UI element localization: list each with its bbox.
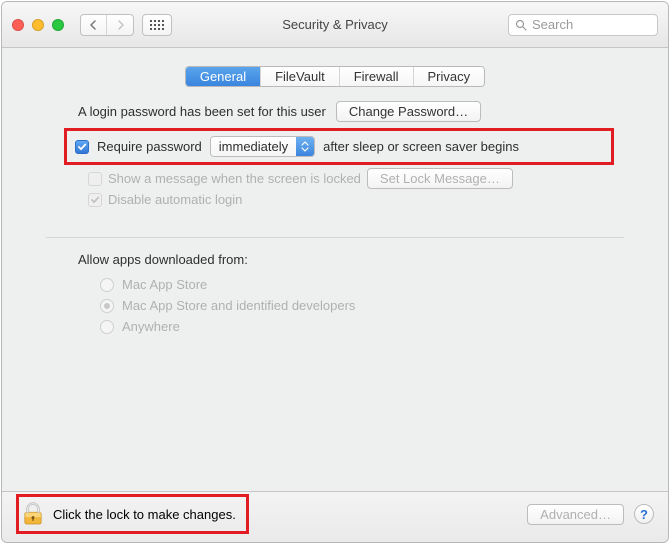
nav-group [80, 14, 134, 36]
allow-identified-developers-row: Mac App Store and identified developers [100, 298, 628, 313]
window-controls [12, 19, 64, 31]
minimize-window-button[interactable] [32, 19, 44, 31]
allow-mac-app-store-label: Mac App Store [122, 277, 207, 292]
allow-anywhere-row: Anywhere [100, 319, 628, 334]
login-password-row: A login password has been set for this u… [78, 101, 628, 122]
allow-mac-app-store-row: Mac App Store [100, 277, 628, 292]
change-password-button[interactable]: Change Password… [336, 101, 481, 122]
require-password-label-post: after sleep or screen saver begins [323, 139, 519, 154]
lock-icon[interactable] [23, 502, 43, 526]
show-lock-message-checkbox [88, 172, 102, 186]
allow-apps-title: Allow apps downloaded from: [78, 252, 628, 267]
show-message-row: Show a message when the screen is locked… [88, 168, 628, 189]
allow-identified-developers-label: Mac App Store and identified developers [122, 298, 355, 313]
require-password-highlight: Require password immediately after sleep… [64, 128, 614, 165]
forward-button[interactable] [107, 15, 133, 35]
require-password-label-pre: Require password [97, 139, 202, 154]
general-pane: A login password has been set for this u… [2, 101, 668, 370]
footer: Click the lock to make changes. Advanced… [2, 492, 668, 542]
show-lock-message-label: Show a message when the screen is locked [108, 171, 361, 186]
search-icon [515, 19, 527, 31]
disable-auto-login-row: Disable automatic login [88, 192, 628, 207]
disable-auto-login-label: Disable automatic login [108, 192, 242, 207]
stepper-arrows-icon [296, 137, 314, 156]
lock-text: Click the lock to make changes. [53, 507, 236, 522]
preferences-body: General FileVault Firewall Privacy A log… [2, 48, 668, 492]
allow-anywhere-label: Anywhere [122, 319, 180, 334]
require-password-delay-select[interactable]: immediately [210, 136, 315, 157]
grid-icon [150, 20, 164, 30]
login-password-label: A login password has been set for this u… [78, 104, 326, 119]
tab-privacy[interactable]: Privacy [414, 67, 485, 86]
tab-bar: General FileVault Firewall Privacy [185, 66, 485, 87]
show-all-button[interactable] [142, 14, 172, 36]
help-button[interactable]: ? [634, 504, 654, 524]
advanced-button: Advanced… [527, 504, 624, 525]
lock-highlight: Click the lock to make changes. [16, 494, 249, 534]
titlebar: Security & Privacy Search [2, 2, 668, 48]
tab-firewall[interactable]: Firewall [340, 67, 414, 86]
tab-filevault[interactable]: FileVault [261, 67, 340, 86]
search-placeholder: Search [532, 17, 651, 32]
allow-apps-section: Allow apps downloaded from: Mac App Stor… [78, 252, 628, 334]
search-input[interactable]: Search [508, 14, 658, 36]
tab-general[interactable]: General [186, 67, 261, 86]
select-value: immediately [211, 137, 296, 156]
require-password-checkbox[interactable] [75, 140, 89, 154]
allow-identified-developers-radio [100, 299, 114, 313]
close-window-button[interactable] [12, 19, 24, 31]
system-preferences-window: Security & Privacy Search General FileVa… [1, 1, 669, 543]
section-divider [46, 237, 624, 238]
set-lock-message-button: Set Lock Message… [367, 168, 513, 189]
back-button[interactable] [81, 15, 107, 35]
zoom-window-button[interactable] [52, 19, 64, 31]
disable-auto-login-checkbox [88, 193, 102, 207]
allow-anywhere-radio [100, 320, 114, 334]
allow-mac-app-store-radio [100, 278, 114, 292]
